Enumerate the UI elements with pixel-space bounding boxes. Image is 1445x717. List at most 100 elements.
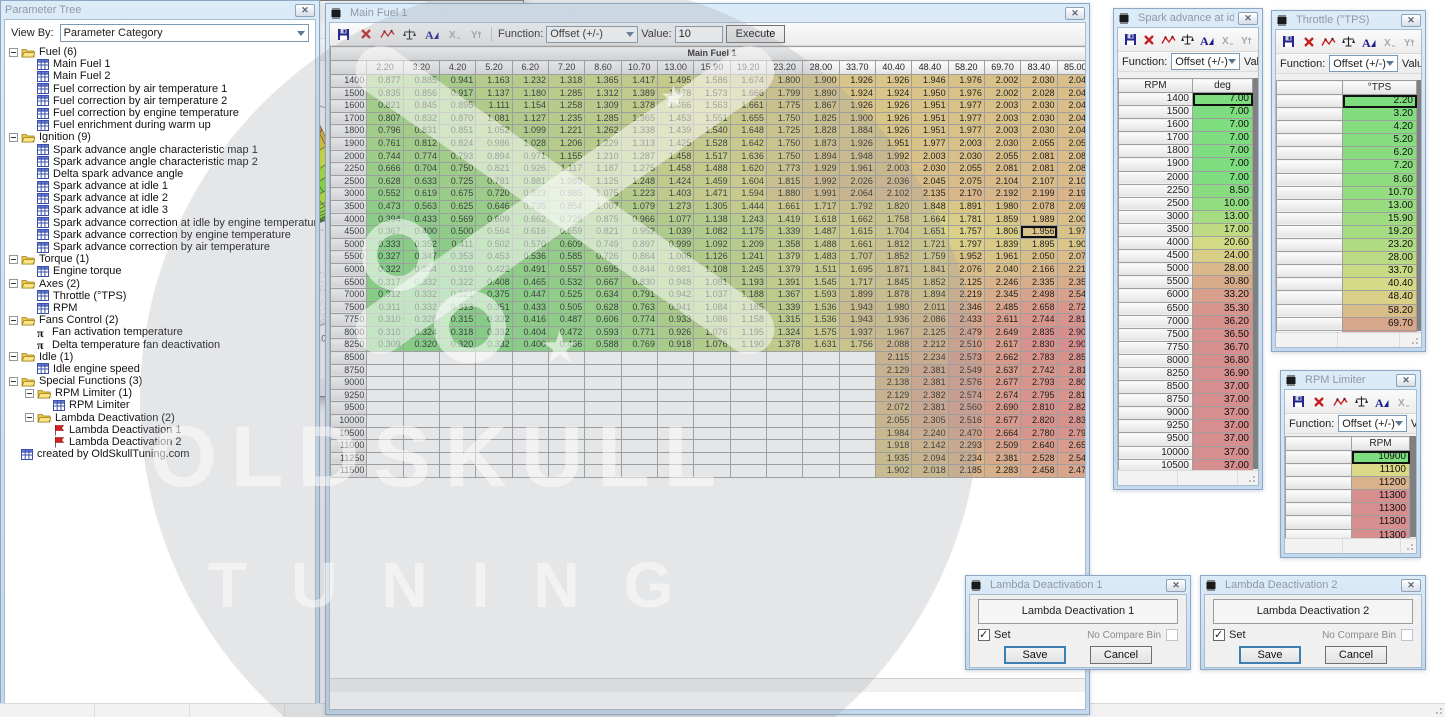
row-header[interactable]: 7750 (331, 314, 367, 327)
table-cell[interactable]: 0.422 (476, 263, 512, 276)
table-cell[interactable]: 1.540 (694, 125, 730, 138)
table-cell[interactable]: 1.536 (803, 314, 839, 327)
table-cell[interactable]: 0.769 (621, 339, 657, 352)
table-cell[interactable]: 1.175 (730, 226, 766, 239)
table-cell[interactable]: 0.750 (439, 163, 475, 176)
table-cell[interactable]: 2.20 (1343, 95, 1417, 108)
table-cell[interactable]: 2.485 (984, 301, 1020, 314)
table-cell[interactable]: 2.516 (948, 415, 984, 428)
row-header[interactable]: 2250 (331, 163, 367, 176)
table-cell[interactable]: 2.217 (1057, 263, 1086, 276)
table-cell[interactable]: 1.403 (657, 188, 693, 201)
table-cell[interactable]: 1.880 (766, 188, 802, 201)
table-cell[interactable]: 2.129 (875, 389, 911, 402)
letter-a-icon[interactable]: A (1373, 393, 1391, 410)
table-cell[interactable]: 0.793 (439, 150, 475, 163)
row-header[interactable]: 1600 (331, 100, 367, 113)
table-cell[interactable]: 1.799 (766, 87, 802, 100)
table-cell[interactable]: 1.895 (1021, 238, 1057, 251)
table-cell[interactable]: 0.942 (657, 289, 693, 302)
expander-icon[interactable] (9, 316, 18, 325)
expander-icon[interactable] (9, 352, 18, 361)
table-cell[interactable]: 0.525 (548, 289, 584, 302)
function-dropdown[interactable]: Offset (+/-) (546, 26, 638, 43)
table-cell[interactable]: 2.381 (912, 377, 948, 390)
table-cell[interactable]: 2.793 (1057, 427, 1086, 440)
table-cell[interactable]: 2.510 (948, 339, 984, 352)
table-cell[interactable]: 0.322 (367, 263, 403, 276)
col-header[interactable]: 19.20 (730, 61, 766, 75)
tree-item[interactable]: Fans Control (2) (5, 314, 315, 326)
table-cell[interactable]: 1.458 (657, 150, 693, 163)
col-header[interactable]: 5.20 (476, 61, 512, 75)
table-cell[interactable]: 1.946 (912, 75, 948, 88)
table-cell[interactable]: 1.086 (694, 314, 730, 327)
table-cell[interactable]: 1.977 (948, 112, 984, 125)
table-cell[interactable]: 1.545 (803, 276, 839, 289)
table-cell[interactable]: 1.951 (912, 112, 948, 125)
table-cell[interactable]: 1.517 (694, 150, 730, 163)
table-cell[interactable]: 0.897 (621, 238, 657, 251)
tree-item[interactable]: Spark advance correction by engine tempe… (5, 229, 315, 241)
table-cell[interactable]: 0.500 (439, 226, 475, 239)
table-cell[interactable]: 0.952 (621, 226, 657, 239)
table-cell[interactable]: 28.00 (1343, 252, 1417, 265)
row-header[interactable]: 2000 (1119, 171, 1193, 184)
table-cell[interactable]: 1.365 (621, 112, 657, 125)
row-header[interactable]: 4000 (331, 213, 367, 226)
col-header[interactable]: 8.60 (585, 61, 621, 75)
table-cell[interactable]: 0.821 (585, 226, 621, 239)
row-header[interactable] (1286, 464, 1352, 477)
trace-graph-icon[interactable] (378, 26, 397, 43)
table-cell[interactable]: 0.609 (548, 238, 584, 251)
table-cell[interactable]: 2.088 (875, 339, 911, 352)
table-cell[interactable]: 1.717 (839, 276, 875, 289)
table-cell[interactable]: 0.877 (367, 75, 403, 88)
set-checkbox[interactable] (1213, 629, 1225, 641)
set-checkbox[interactable] (978, 629, 990, 641)
table-cell[interactable]: 1.006 (657, 251, 693, 264)
table-cell[interactable]: 1.511 (803, 263, 839, 276)
row-header[interactable] (1286, 516, 1352, 529)
table-cell[interactable]: 1.666 (730, 87, 766, 100)
table-cell[interactable]: 1.077 (657, 213, 693, 226)
table-cell[interactable]: 0.856 (403, 87, 439, 100)
table-cell[interactable]: 7.00 (1193, 106, 1253, 119)
table-cell[interactable]: 1.820 (875, 200, 911, 213)
table-cell[interactable]: 2.026 (839, 175, 875, 188)
table-cell[interactable]: 2.549 (948, 364, 984, 377)
table-cell[interactable]: 1.586 (694, 75, 730, 88)
table-cell[interactable]: 0.466 (548, 339, 584, 352)
table-cell[interactable]: 2.030 (984, 137, 1020, 150)
table-cell[interactable]: 1.812 (875, 238, 911, 251)
spark-titlebar[interactable]: Spark advance at idle 2 ✕ (1114, 9, 1262, 27)
table-cell[interactable]: 0.812 (403, 137, 439, 150)
table-cell[interactable]: 1.926 (839, 137, 875, 150)
table-cell[interactable]: 1.478 (657, 87, 693, 100)
tree-item[interactable]: πDelta temperature fan deactivation (5, 339, 315, 351)
tree-item[interactable]: Spark advance angle characteristic map 1 (5, 144, 315, 156)
row-header[interactable]: 2000 (331, 150, 367, 163)
table-cell[interactable]: 0.433 (403, 213, 439, 226)
table-cell[interactable]: 0.625 (439, 200, 475, 213)
tree-item[interactable]: Fuel correction by air temperature 2 (5, 95, 315, 107)
table-cell[interactable]: 0.881 (512, 175, 548, 188)
table-cell[interactable]: 33.20 (1193, 289, 1253, 302)
table-cell[interactable]: 0.917 (439, 87, 475, 100)
tree-item[interactable]: Lambda Deactivation 2 (5, 436, 315, 448)
table-cell[interactable]: 2.654 (1057, 440, 1086, 453)
table-cell[interactable]: 1.081 (476, 112, 512, 125)
row-header[interactable] (1277, 225, 1343, 238)
table-cell[interactable]: 0.695 (585, 263, 621, 276)
cancel-button[interactable]: Cancel (1090, 646, 1152, 664)
table-cell[interactable]: 0.332 (403, 301, 439, 314)
table-cell[interactable]: 0.319 (439, 263, 475, 276)
table-cell[interactable]: 1.593 (803, 289, 839, 302)
table-cell[interactable]: 1.924 (839, 87, 875, 100)
table-cell[interactable]: 11200 (1352, 477, 1410, 490)
table-cell[interactable]: 2.820 (1021, 415, 1057, 428)
col-header[interactable]: 6.20 (512, 61, 548, 75)
table-cell[interactable]: 2.003 (984, 100, 1020, 113)
table-cell[interactable]: 0.744 (367, 150, 403, 163)
table-cell[interactable]: 2.030 (1021, 112, 1057, 125)
